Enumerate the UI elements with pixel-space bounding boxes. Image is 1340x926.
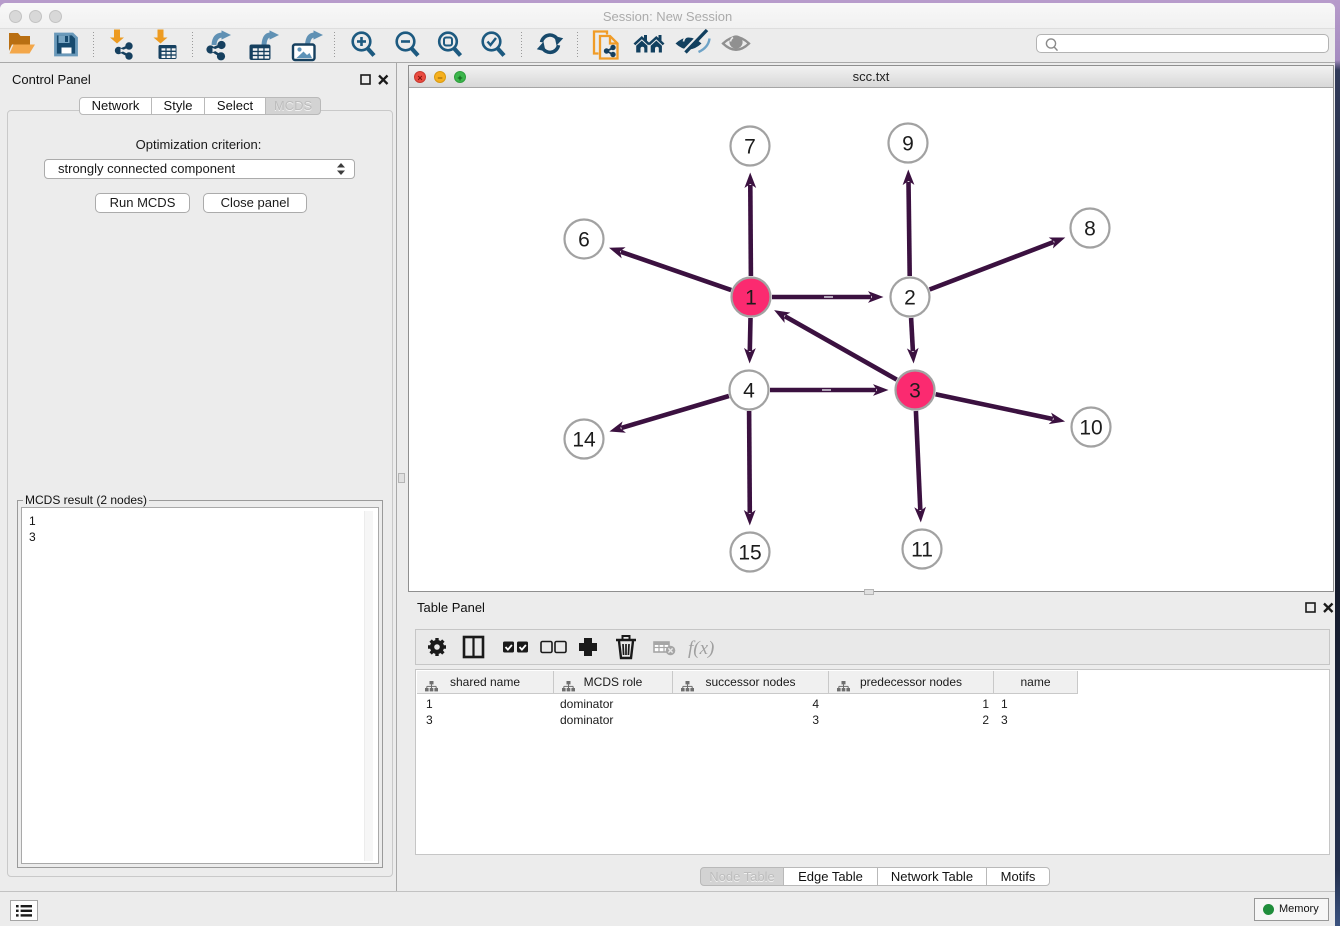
svg-text:f(x): f(x) [688, 638, 714, 659]
svg-text:6: 6 [578, 229, 590, 252]
svg-text:2: 2 [904, 287, 916, 310]
svg-text:15: 15 [738, 542, 761, 565]
svg-text:8: 8 [1084, 218, 1096, 241]
svg-text:10: 10 [1079, 417, 1102, 440]
svg-text:9: 9 [902, 133, 914, 156]
svg-text:4: 4 [743, 380, 755, 403]
svg-text:3: 3 [909, 380, 921, 403]
svg-text:14: 14 [572, 429, 596, 452]
svg-text:11: 11 [911, 539, 933, 562]
svg-text:1: 1 [745, 287, 757, 310]
svg-text:7: 7 [744, 136, 756, 159]
